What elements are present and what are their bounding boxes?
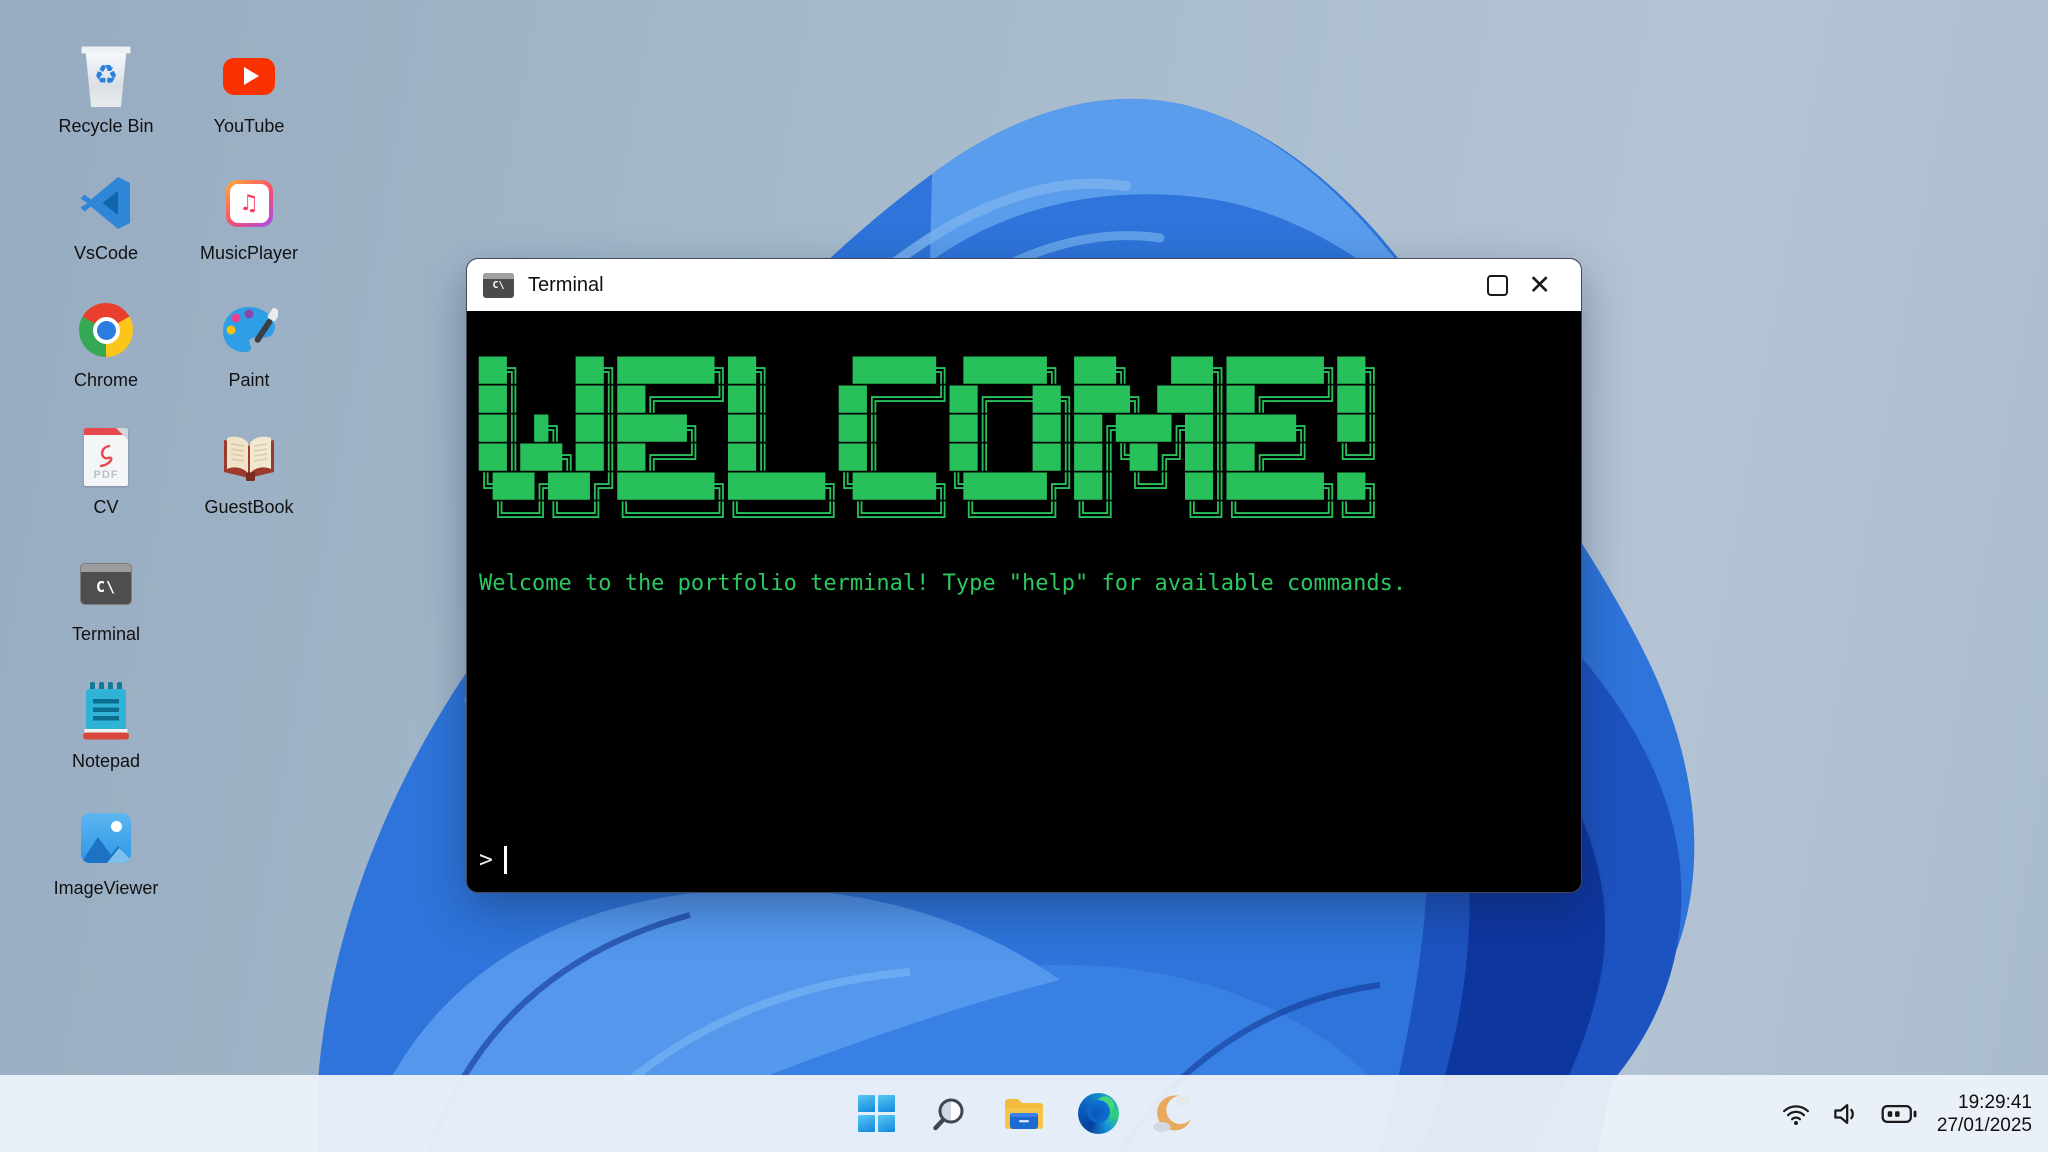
prompt-symbol: > <box>479 847 493 873</box>
icon-label: CV <box>93 498 118 518</box>
search-icon <box>931 1095 969 1133</box>
icon-label: GuestBook <box>204 498 293 518</box>
notepad-icon <box>83 673 129 749</box>
desktop-icon-column-left: ♻ Recycle Bin VsCode Chrome PDF CV <box>42 38 170 927</box>
wifi-icon[interactable] <box>1781 1101 1811 1127</box>
desktop-icon-vscode[interactable]: VsCode <box>42 165 170 292</box>
desktop-icon-cv[interactable]: PDF CV <box>42 419 170 546</box>
moon-clouds-icon <box>1150 1093 1194 1135</box>
edge-browser-button[interactable] <box>1076 1092 1120 1136</box>
window-title: Terminal <box>528 274 604 297</box>
desktop: { "desktop": { "icons": [ {"label": "Rec… <box>0 0 2048 1152</box>
night-mode-button[interactable] <box>1150 1092 1194 1136</box>
text-cursor <box>504 846 507 874</box>
taskbar-clock[interactable]: 19:29:41 27/01/2025 <box>1937 1091 2032 1137</box>
terminal-output-area[interactable]: ██╗ ██╗███████╗██╗ ██████╗ ██████╗ ███╗ … <box>467 311 1581 892</box>
music-player-icon: ♫ <box>226 180 273 227</box>
chrome-icon <box>79 303 133 357</box>
guestbook-icon <box>220 419 278 495</box>
desktop-icon-guestbook[interactable]: GuestBook <box>185 419 313 546</box>
close-button[interactable]: ✕ <box>1528 272 1551 299</box>
desktop-icon-chrome[interactable]: Chrome <box>42 292 170 419</box>
start-button[interactable] <box>854 1092 898 1136</box>
clock-date: 27/01/2025 <box>1937 1114 2032 1137</box>
terminal-welcome-message: Welcome to the portfolio terminal! Type … <box>479 571 1561 596</box>
battery-icon[interactable] <box>1881 1102 1917 1126</box>
window-controls: ✕ <box>1487 272 1565 299</box>
desktop-icon-youtube[interactable]: YouTube <box>185 38 313 165</box>
terminal-prompt-row[interactable]: > <box>479 846 1561 874</box>
taskbar: 19:29:41 27/01/2025 <box>0 1075 2048 1152</box>
recycle-bin-icon: ♻ <box>80 44 132 108</box>
icon-label: Paint <box>228 371 269 391</box>
volume-icon[interactable] <box>1831 1101 1861 1127</box>
icon-label: ImageViewer <box>54 879 159 899</box>
image-viewer-icon <box>81 813 131 863</box>
search-button[interactable] <box>928 1092 972 1136</box>
desktop-icon-imageviewer[interactable]: ImageViewer <box>42 800 170 927</box>
desktop-icon-column-right: YouTube ♫ MusicPlayer Paint <box>185 38 313 546</box>
terminal-titlebar-icon: C\ <box>483 273 514 298</box>
desktop-icon-paint[interactable]: Paint <box>185 292 313 419</box>
system-tray: 19:29:41 27/01/2025 <box>1781 1075 2032 1152</box>
windows-logo-icon <box>858 1095 895 1132</box>
icon-label: Notepad <box>72 752 140 772</box>
edge-browser-icon <box>1078 1093 1119 1134</box>
icon-label: Recycle Bin <box>58 117 153 137</box>
pdf-document-icon: PDF <box>84 428 128 486</box>
clock-time: 19:29:41 <box>1937 1091 2032 1114</box>
desktop-icon-musicplayer[interactable]: ♫ MusicPlayer <box>185 165 313 292</box>
vscode-icon <box>78 165 134 241</box>
desktop-icon-recycle-bin[interactable]: ♻ Recycle Bin <box>42 38 170 165</box>
youtube-icon <box>223 58 275 95</box>
desktop-icon-terminal[interactable]: C\ Terminal <box>42 546 170 673</box>
paint-icon <box>220 292 278 368</box>
desktop-icon-notepad[interactable]: Notepad <box>42 673 170 800</box>
icon-label: Terminal <box>72 625 140 645</box>
file-explorer-button[interactable] <box>1002 1092 1046 1136</box>
icon-label: YouTube <box>214 117 285 137</box>
ascii-art-welcome: ██╗ ██╗███████╗██╗ ██████╗ ██████╗ ███╗ … <box>479 357 1561 531</box>
icon-label: VsCode <box>74 244 138 264</box>
maximize-button[interactable] <box>1487 275 1508 296</box>
terminal-window: C\ Terminal ✕ ██╗ ██╗███████╗██╗ ██████╗… <box>466 258 1582 893</box>
icon-label: Chrome <box>74 371 138 391</box>
terminal-icon: C\ <box>80 563 132 605</box>
terminal-titlebar[interactable]: C\ Terminal ✕ <box>467 259 1581 311</box>
taskbar-center-icons <box>854 1092 1194 1136</box>
folder-icon <box>1003 1096 1045 1132</box>
icon-label: MusicPlayer <box>200 244 298 264</box>
